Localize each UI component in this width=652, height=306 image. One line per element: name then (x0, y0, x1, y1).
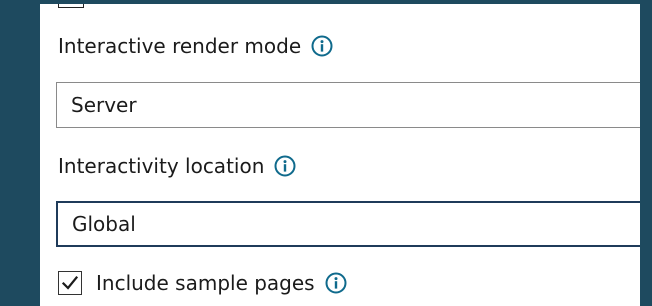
info-icon[interactable] (311, 35, 333, 57)
interactivity-location-value: Global (72, 212, 136, 236)
checkmark-icon (61, 275, 79, 290)
interactivity-location-label: Interactivity location (58, 154, 265, 178)
sample-pages-row: Include sample pages (58, 271, 347, 295)
render-mode-label: Interactive render mode (58, 34, 302, 58)
info-icon[interactable] (274, 155, 296, 177)
sample-pages-label: Include sample pages (96, 271, 315, 295)
interactivity-location-select[interactable]: Global (56, 201, 640, 247)
options-panel: Interactive render mode Server Interacti… (40, 4, 640, 306)
dialog-background: Interactive render mode Server Interacti… (0, 0, 652, 306)
sample-pages-checkbox[interactable] (58, 271, 82, 295)
render-mode-label-row: Interactive render mode (58, 34, 333, 58)
render-mode-value: Server (71, 93, 137, 117)
clipped-checkbox[interactable] (58, 4, 84, 8)
info-icon[interactable] (325, 272, 347, 294)
interactivity-location-label-row: Interactivity location (58, 154, 296, 178)
render-mode-select[interactable]: Server (56, 82, 640, 128)
